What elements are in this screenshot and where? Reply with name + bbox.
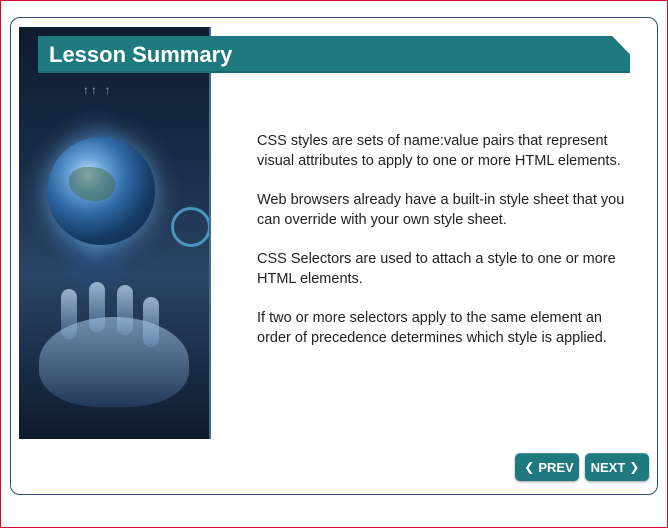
- chevron-right-icon: ❯: [629, 460, 640, 474]
- ring-decoration-icon: [171, 207, 209, 247]
- arrows-decoration-icon: ↑↑ ↑: [83, 83, 113, 97]
- next-button-label: NEXT: [590, 459, 626, 475]
- chevron-left-icon: ❮: [524, 460, 535, 474]
- hand-shape: [39, 317, 189, 407]
- globe-hand-image: ↑↑ ↑: [19, 27, 211, 439]
- title-banner: Lesson Summary: [38, 36, 630, 73]
- summary-paragraph: CSS Selectors are used to attach a style…: [257, 251, 616, 287]
- next-button[interactable]: NEXT ❯: [585, 453, 649, 481]
- summary-paragraph: If two or more selectors apply to the sa…: [257, 310, 607, 346]
- slide-frame: ↑↑ ↑ Lesson Summary CSS styles are sets …: [0, 0, 668, 528]
- prev-button[interactable]: ❮ PREV: [515, 453, 579, 481]
- summary-paragraph: Web browsers already have a built-in sty…: [257, 192, 625, 228]
- prev-button-label: PREV: [538, 459, 574, 475]
- globe-icon: [47, 137, 155, 245]
- summary-paragraph: CSS styles are sets of name:value pairs …: [257, 133, 621, 169]
- summary-content: CSS styles are sets of name:value pairs …: [257, 131, 627, 367]
- title-banner-shadow: [38, 71, 630, 75]
- page-title: Lesson Summary: [49, 42, 233, 67]
